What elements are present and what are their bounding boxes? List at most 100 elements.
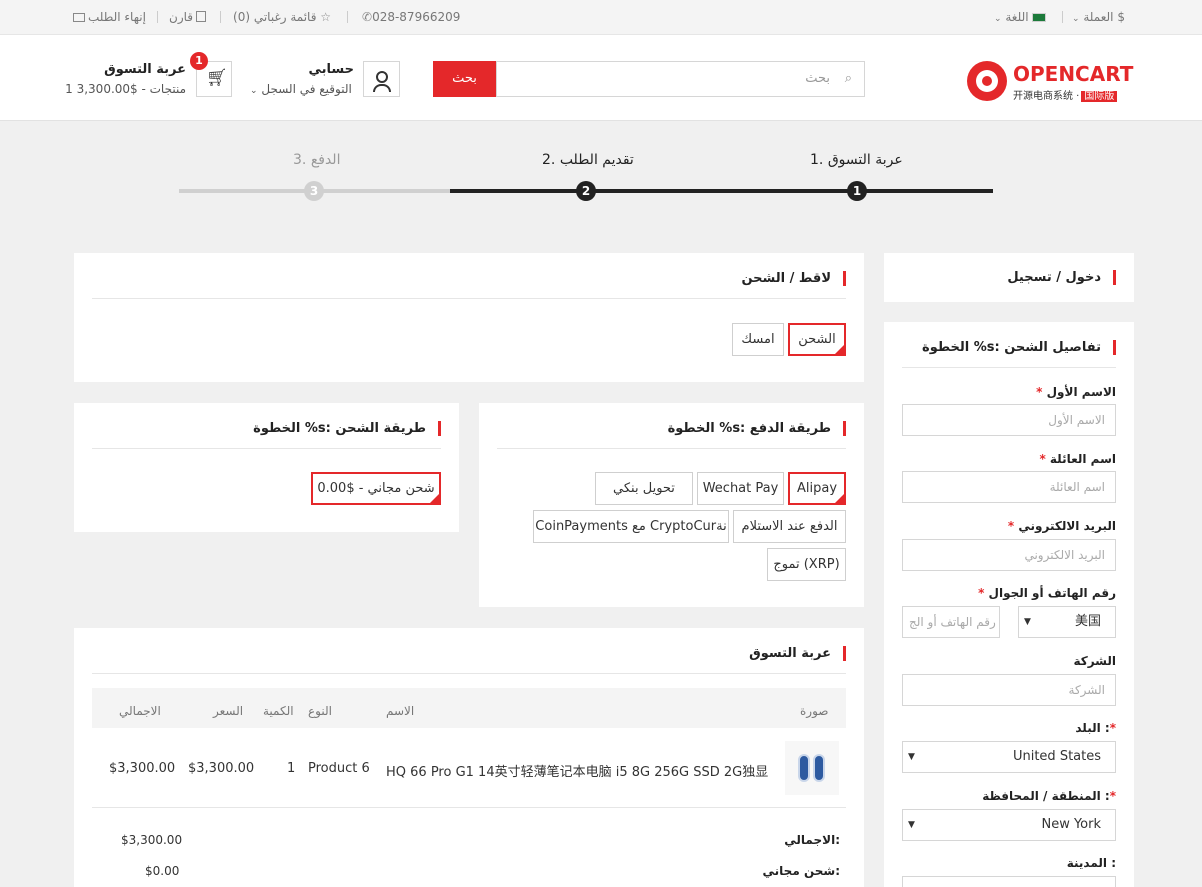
last-name-input[interactable]: اسم العائلة	[902, 471, 1116, 503]
step-3-dot: 3	[304, 181, 324, 201]
cart-title[interactable]: عربة التسوق	[104, 62, 186, 77]
step-2-label: 2. تقديم الطلب	[542, 152, 634, 168]
option-pickup[interactable]: امسك	[732, 323, 784, 356]
logo-badge: 国际版	[1081, 91, 1118, 102]
logo[interactable]: OPENCART 开源电商系统 · 国际版	[967, 61, 1137, 102]
payment-option-wechat[interactable]: Wechat Pay	[697, 472, 784, 505]
chevron-down-icon: ⌄	[1072, 14, 1080, 24]
chevron-down-icon: ▼	[908, 820, 915, 830]
cart-item-price: $3,300.00	[188, 761, 255, 776]
step-1-label[interactable]: 1. عربة التسوق	[810, 152, 903, 168]
login-card: دخول / تسجيل	[884, 253, 1134, 302]
divider	[92, 807, 846, 808]
divider	[1062, 11, 1063, 23]
divider	[347, 11, 348, 23]
cart-count-badge: 1	[190, 52, 208, 70]
pickup-shipping-title: لاقط / الشحن	[741, 271, 846, 286]
logo-subtext: 开源电商系统 · 国际版	[1013, 87, 1118, 102]
account-login-link[interactable]: ⌄ التوقيع في السجل	[250, 82, 352, 96]
account-button[interactable]	[363, 61, 400, 97]
country-label: البلد :*	[1075, 721, 1116, 735]
shipping-details-title: الخطوة %s: تفاصيل الشحن	[922, 340, 1116, 355]
flag-icon	[1032, 13, 1047, 22]
payment-option-bank-transfer[interactable]: تحويل بنكي	[595, 472, 693, 505]
wishlist-link[interactable]: قائمة رغباتي (0) ☆	[233, 10, 331, 24]
city-input[interactable]	[902, 876, 1116, 887]
col-image: صورة	[800, 704, 829, 718]
shipping-option-free[interactable]: شحن مجاني - $0.00	[311, 472, 441, 505]
shipping-method-title: الخطوة %s: طريقة الشحن	[253, 421, 441, 436]
shipping-total-label: شحن مجاني:	[762, 864, 840, 878]
login-register-title[interactable]: دخول / تسجيل	[1007, 270, 1116, 285]
pickup-shipping-card: لاقط / الشحن الشحن امسك	[74, 253, 864, 382]
option-shipping[interactable]: الشحن	[788, 323, 846, 356]
phone-input[interactable]: رقم الهاتف أو الج	[902, 606, 1000, 638]
checkout-icon	[73, 13, 85, 22]
payment-option-xrp[interactable]: تموج (XRP)	[767, 548, 846, 581]
divider	[220, 11, 221, 23]
subtotal-value: $3,300.00	[121, 833, 183, 847]
payment-method-title: الخطوة %s: طريقة الدفع	[668, 421, 846, 436]
email-label: * البريد الالكتروني	[1007, 519, 1116, 533]
payment-method-card: الخطوة %s: طريقة الدفع Alipay Wechat Pay…	[479, 403, 864, 607]
phone-link[interactable]: ✆028-87966209	[362, 10, 460, 24]
last-name-label: * اسم العائلة	[1039, 452, 1116, 466]
cart-summary: 1 منتجات - $3,300.00	[65, 82, 186, 96]
currency-dropdown[interactable]: ⌄ العملة $	[1072, 10, 1125, 24]
divider	[497, 448, 846, 449]
col-name: الاسم	[386, 704, 415, 718]
company-input[interactable]: الشركة	[902, 674, 1116, 706]
slipper-icon	[798, 754, 810, 782]
shipping-total-value: $0.00	[145, 864, 180, 878]
checkout-link[interactable]: إنهاء الطلب	[73, 10, 146, 24]
compare-link[interactable]: قارن	[169, 10, 206, 24]
product-thumbnail[interactable]	[785, 741, 839, 795]
site-header: OPENCART 开源电商系统 · 国际版 ⌕ بحث بحث حسابي ⌄ ا…	[0, 35, 1202, 121]
col-model: النوع	[308, 704, 332, 718]
cart-item-model: Product 6	[308, 761, 370, 776]
chevron-down-icon: ⌄	[250, 86, 258, 96]
cart-item-name[interactable]: HQ 66 Pro G1 14英寸轻薄笔记本电脑 i5 8G 256G SSD …	[386, 761, 768, 780]
divider	[92, 673, 846, 674]
col-price: السعر	[213, 704, 244, 718]
top-bar: إنهاء الطلب قارن قائمة رغباتي (0) ☆ ✆028…	[0, 0, 1202, 35]
divider	[157, 11, 158, 23]
first-name-label: * الاسم الأول	[1036, 385, 1116, 399]
zone-label: المنطقة / المحافظة :*	[982, 789, 1116, 803]
email-input[interactable]: البريد الالكتروني	[902, 539, 1116, 571]
search-placeholder: بحث	[805, 71, 830, 86]
cart-item-qty: 1	[287, 761, 296, 776]
logo-mark-icon	[967, 61, 1007, 101]
chevron-down-icon: ⌄	[994, 14, 1002, 24]
cart-section-title: عربة التسوق	[749, 646, 846, 661]
chevron-down-icon: ▼	[1024, 617, 1031, 627]
payment-option-alipay[interactable]: Alipay	[788, 472, 846, 505]
step-2-dot: 2	[576, 181, 596, 201]
logo-text: OPENCART	[1013, 62, 1134, 86]
shipping-details-card: الخطوة %s: تفاصيل الشحن * الاسم الأول ال…	[884, 322, 1134, 887]
payment-option-cod[interactable]: الدفع عند الاستلام	[733, 510, 846, 543]
language-dropdown[interactable]: ⌄ اللغة	[994, 10, 1047, 24]
phone-country-select[interactable]: ▼ 美国	[1018, 606, 1116, 638]
cart-item-total: $3,300.00	[109, 761, 176, 776]
shipping-method-card: الخطوة %s: طريقة الشحن شحن مجاني - $0.00	[74, 403, 459, 532]
country-select[interactable]: ▼ United States	[902, 741, 1116, 773]
payment-option-coinpayments[interactable]: CoinPayments مع CryptoCurنة	[533, 510, 729, 543]
account-title[interactable]: حسابي	[308, 62, 354, 77]
zone-select[interactable]: ▼ New York	[902, 809, 1116, 841]
subtotal-label: الاجمالي:	[784, 833, 840, 847]
first-name-input[interactable]: الاسم الأول	[902, 404, 1116, 436]
city-label: المدينة :	[1066, 856, 1116, 870]
divider	[92, 298, 846, 299]
cart-table-header	[92, 688, 846, 728]
search-button[interactable]: بحث	[433, 61, 496, 97]
phone-label: * رقم الهاتف أو الجوال	[978, 586, 1116, 600]
search-icon: ⌕	[844, 71, 852, 86]
col-qty: الكمية	[263, 704, 294, 718]
company-label: الشركة	[1073, 654, 1116, 668]
step-3-label: 3. الدفع	[293, 152, 341, 168]
step-1-dot: 1	[847, 181, 867, 201]
cart-icon: 🛒︎	[206, 68, 228, 88]
col-total: الاجمالي	[119, 704, 161, 718]
search-input[interactable]: ⌕ بحث	[496, 61, 865, 97]
